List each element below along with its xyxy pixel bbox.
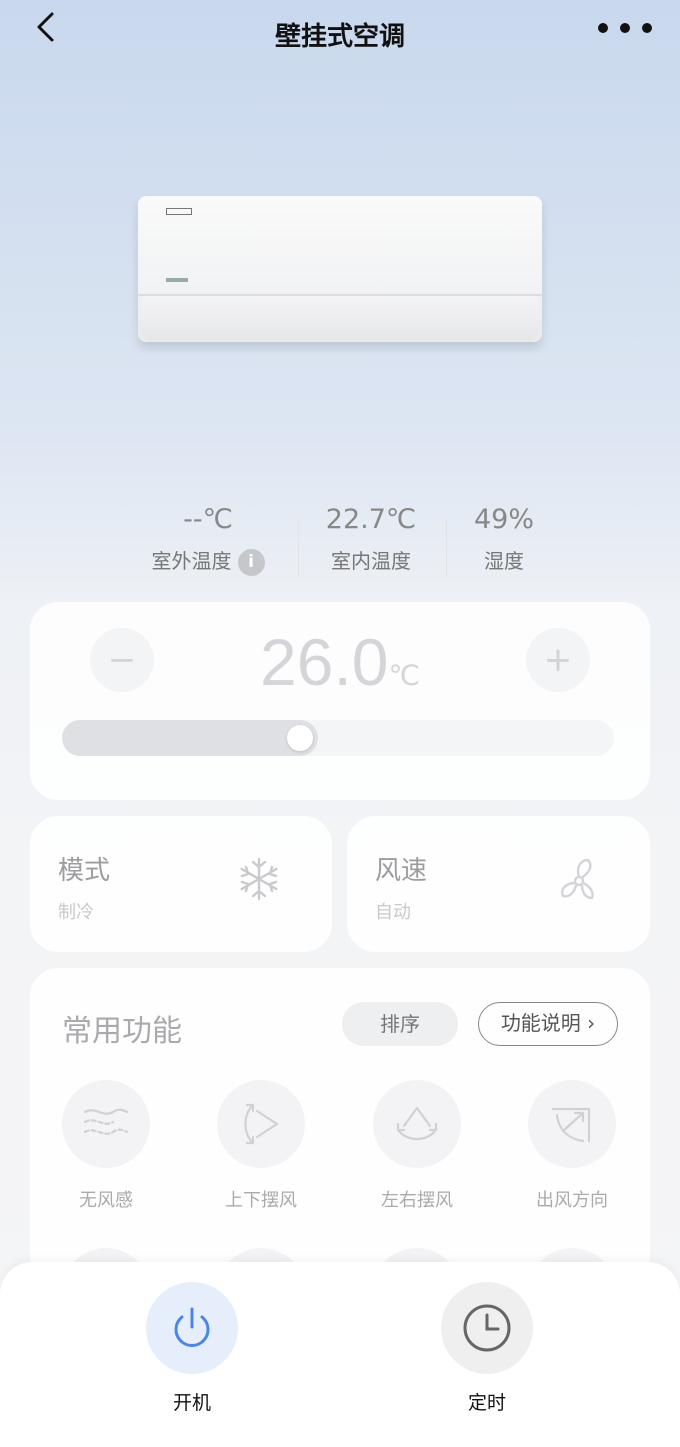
feature-label: 出风方向 bbox=[536, 1190, 608, 1211]
temperature-card: − 26.0℃ + bbox=[30, 602, 650, 800]
slider-fill bbox=[62, 720, 318, 756]
fan-speed-title: 风速 bbox=[375, 856, 428, 886]
air-conditioner-image bbox=[138, 196, 542, 342]
humidity: 49% 湿度 bbox=[460, 504, 548, 574]
mode-value: 制冷 bbox=[58, 902, 94, 923]
power-label: 开机 bbox=[172, 1392, 211, 1414]
snowflake-icon bbox=[236, 856, 282, 902]
feature-label: 上下摆风 bbox=[225, 1190, 297, 1211]
environment-stats: --℃ 室外温度 i 22.7℃ 室内温度 49% 湿度 bbox=[0, 504, 680, 584]
feature-label: 左右摆风 bbox=[381, 1190, 453, 1211]
feature-wind-free[interactable]: 无风感 bbox=[51, 1080, 161, 1212]
increase-temp-button[interactable]: + bbox=[526, 628, 590, 692]
indoor-temp-label: 室内温度 bbox=[331, 549, 411, 573]
vertical-swing-icon bbox=[217, 1080, 305, 1168]
indoor-temp-value: 22.7℃ bbox=[325, 504, 417, 535]
clock-icon bbox=[441, 1282, 533, 1374]
humidity-label: 湿度 bbox=[484, 549, 524, 573]
wind-free-icon bbox=[62, 1080, 150, 1168]
feature-label: 无风感 bbox=[79, 1190, 133, 1211]
mode-card[interactable]: 模式 制冷 bbox=[30, 816, 332, 952]
divider bbox=[446, 520, 447, 576]
common-functions-card: 常用功能 排序 功能说明 › 无风感 上下摆风 左右摆风 出风方向 bbox=[30, 968, 650, 1298]
slider-handle[interactable] bbox=[287, 725, 313, 751]
brand-logo bbox=[166, 208, 192, 215]
header: 壁挂式空调 bbox=[0, 0, 680, 70]
power-button[interactable]: 开机 bbox=[132, 1282, 252, 1415]
humidity-value: 49% bbox=[473, 504, 534, 535]
info-icon[interactable]: i bbox=[237, 549, 265, 576]
power-icon bbox=[146, 1282, 238, 1374]
airflow-direction-icon bbox=[528, 1080, 616, 1168]
outdoor-temp-value: --℃ bbox=[183, 504, 233, 535]
horizontal-swing-icon bbox=[373, 1080, 461, 1168]
temperature-unit: ℃ bbox=[388, 659, 420, 692]
fan-speed-card[interactable]: 风速 自动 bbox=[347, 816, 650, 952]
divider bbox=[298, 520, 299, 576]
mode-title: 模式 bbox=[58, 856, 111, 886]
outdoor-temp: --℃ 室外温度 i bbox=[140, 504, 276, 576]
feature-vertical-swing[interactable]: 上下摆风 bbox=[206, 1080, 316, 1212]
outdoor-temp-label: 室外温度 bbox=[151, 549, 232, 573]
feature-horizontal-swing[interactable]: 左右摆风 bbox=[362, 1080, 472, 1212]
timer-button[interactable]: 定时 bbox=[427, 1282, 547, 1415]
fan-icon bbox=[554, 856, 600, 902]
fan-speed-value: 自动 bbox=[375, 902, 411, 923]
brand-logo bbox=[166, 278, 188, 282]
timer-label: 定时 bbox=[467, 1392, 506, 1414]
sort-button[interactable]: 排序 bbox=[342, 1002, 458, 1046]
page-title: 壁挂式空调 bbox=[274, 22, 405, 52]
function-help-button[interactable]: 功能说明 › bbox=[478, 1002, 618, 1046]
bottom-action-bar: 开机 定时 bbox=[0, 1262, 680, 1447]
more-options-icon[interactable] bbox=[598, 14, 652, 42]
indoor-temp: 22.7℃ 室内温度 bbox=[320, 504, 422, 574]
functions-title: 常用功能 bbox=[62, 1014, 182, 1049]
temperature-slider[interactable] bbox=[62, 720, 614, 756]
temperature-value: 26.0 bbox=[260, 625, 389, 699]
feature-airflow-direction[interactable]: 出风方向 bbox=[517, 1080, 627, 1212]
